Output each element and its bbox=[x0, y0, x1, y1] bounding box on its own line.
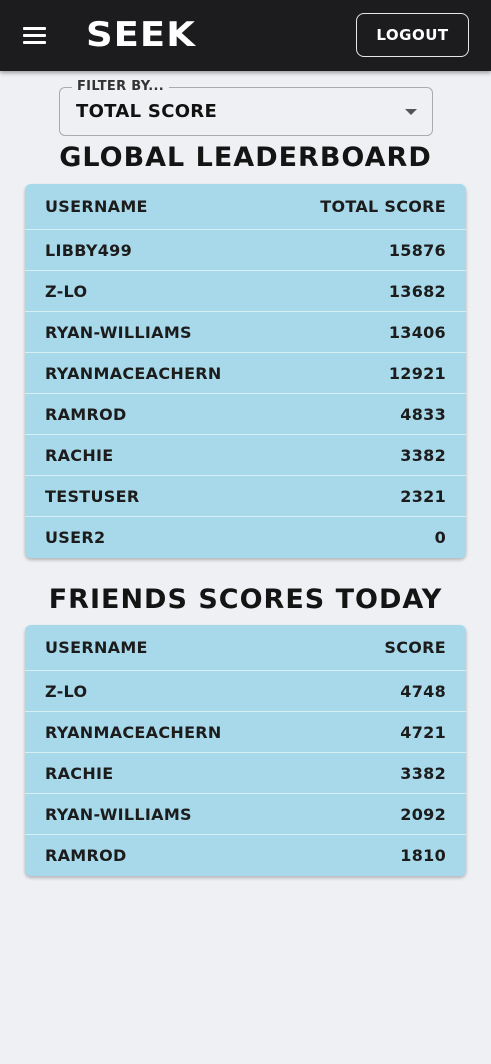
filter-selected-value: Total Score bbox=[76, 101, 218, 122]
column-header-username: Username bbox=[45, 638, 148, 657]
row-username: ramrod bbox=[45, 846, 127, 865]
row-score: 3382 bbox=[400, 446, 446, 465]
global-leaderboard-title: Global Leaderboard bbox=[59, 142, 432, 173]
row-score: 13682 bbox=[388, 282, 446, 301]
table-header: Username Score bbox=[25, 625, 466, 671]
column-header-score: Score bbox=[384, 638, 446, 657]
table-row: ryan-williams 2092 bbox=[25, 794, 466, 835]
row-username: ryan-williams bbox=[45, 323, 192, 342]
table-row: ryanmaceachern 12921 bbox=[25, 353, 466, 394]
row-username: libby499 bbox=[45, 241, 133, 260]
friends-scores-table: Username Score z-lo 4748 ryanmaceachern … bbox=[25, 625, 466, 876]
table-row: user2 0 bbox=[25, 517, 466, 558]
global-leaderboard-table: Username Total Score libby499 15876 z-lo… bbox=[25, 184, 466, 558]
hamburger-menu-icon[interactable] bbox=[20, 24, 50, 48]
table-row: rachie 3382 bbox=[25, 435, 466, 476]
row-username: z-lo bbox=[45, 282, 88, 301]
row-score: 3382 bbox=[400, 764, 446, 783]
row-username: user2 bbox=[45, 528, 106, 547]
app-logo[interactable]: SEEK bbox=[86, 15, 196, 55]
row-username: ryanmaceachern bbox=[45, 364, 222, 383]
row-score: 15876 bbox=[388, 241, 446, 260]
table-row: ramrod 1810 bbox=[25, 835, 466, 876]
column-header-username: Username bbox=[45, 197, 148, 216]
table-header: Username Total Score bbox=[25, 184, 466, 230]
table-row: ryanmaceachern 4721 bbox=[25, 712, 466, 753]
row-score: 2092 bbox=[400, 805, 446, 824]
row-score: 0 bbox=[434, 528, 446, 547]
row-score: 12921 bbox=[388, 364, 446, 383]
row-username: rachie bbox=[45, 764, 114, 783]
row-score: 2321 bbox=[400, 487, 446, 506]
table-row: libby499 15876 bbox=[25, 230, 466, 271]
row-username: ramrod bbox=[45, 405, 127, 424]
caret-down-icon bbox=[405, 109, 417, 115]
friends-scores-title: Friends Scores Today bbox=[48, 584, 443, 615]
row-score: 1810 bbox=[400, 846, 446, 865]
table-row: z-lo 4748 bbox=[25, 671, 466, 712]
row-score: 4833 bbox=[400, 405, 446, 424]
table-row: testuser 2321 bbox=[25, 476, 466, 517]
row-username: testuser bbox=[45, 487, 140, 506]
table-row: ramrod 4833 bbox=[25, 394, 466, 435]
table-row: ryan-williams 13406 bbox=[25, 312, 466, 353]
row-score: 4721 bbox=[400, 723, 446, 742]
column-header-total-score: Total Score bbox=[320, 197, 446, 216]
app-bar: SEEK Logout bbox=[0, 0, 491, 71]
row-username: ryanmaceachern bbox=[45, 723, 222, 742]
logout-button[interactable]: Logout bbox=[356, 13, 469, 57]
row-username: z-lo bbox=[45, 682, 88, 701]
filter-select[interactable]: Filter by... Total Score bbox=[59, 78, 433, 136]
filter-label: Filter by... bbox=[72, 78, 170, 96]
row-username: rachie bbox=[45, 446, 114, 465]
row-username: ryan-williams bbox=[45, 805, 192, 824]
table-row: rachie 3382 bbox=[25, 753, 466, 794]
table-row: z-lo 13682 bbox=[25, 271, 466, 312]
row-score: 4748 bbox=[400, 682, 446, 701]
row-score: 13406 bbox=[388, 323, 446, 342]
